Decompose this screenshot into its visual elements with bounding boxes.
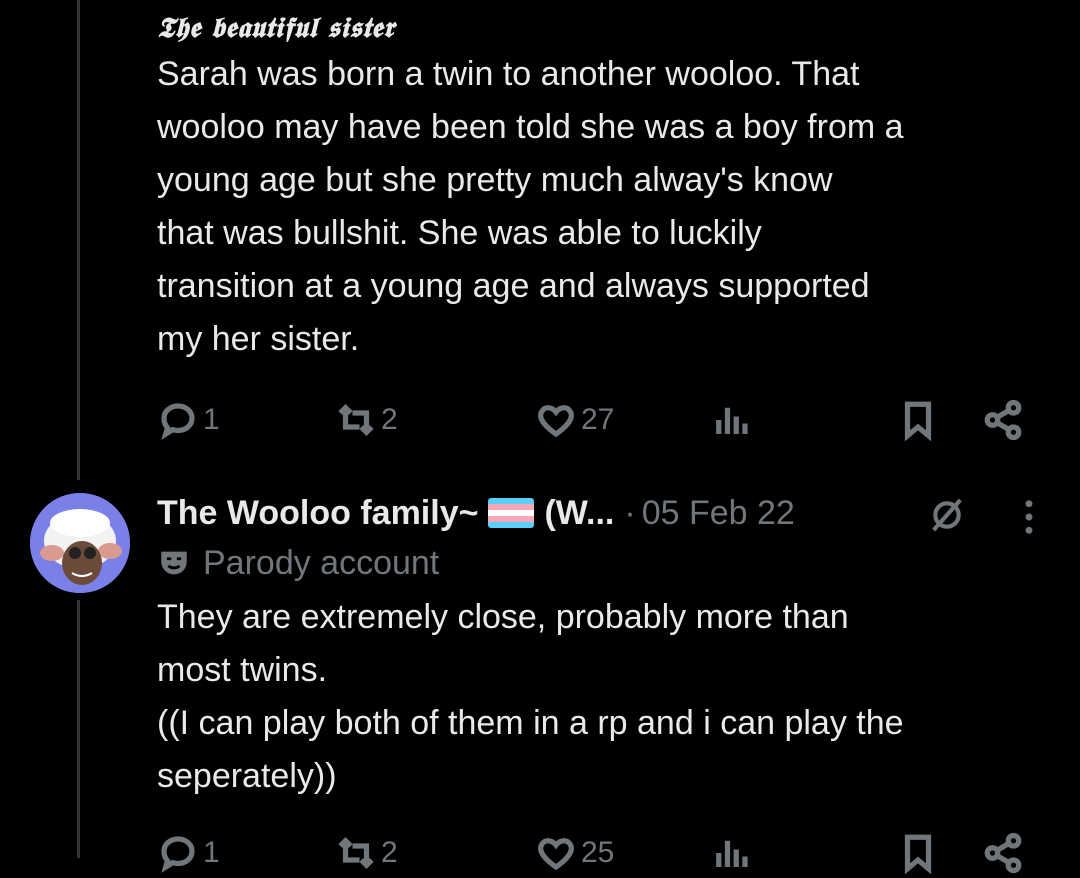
display-name-truncated[interactable]: (W... xyxy=(544,494,614,533)
tweet-title: 𝕿𝖍𝖊 𝖇𝖊𝖆𝖚𝖙𝖎𝖋𝖚𝖑 𝖘𝖎𝖘𝖙𝖊𝖗 xyxy=(157,11,395,44)
tweet-body: Sarah was born a twin to another wooloo.… xyxy=(157,55,904,358)
share-button[interactable] xyxy=(982,828,1024,878)
like-count: 25 xyxy=(581,836,615,869)
wooloo-avatar-image xyxy=(30,493,130,593)
tweet-1[interactable]: 𝕿𝖍𝖊 𝖇𝖊𝖆𝖚𝖙𝖎𝖋𝖚𝖑 𝖘𝖎𝖘𝖙𝖊𝖗 Sarah was born a tw… xyxy=(157,8,1057,366)
like-icon xyxy=(538,405,574,438)
reply-icon xyxy=(161,836,195,873)
share-button[interactable] xyxy=(982,395,1024,445)
trans-flag-icon xyxy=(488,498,535,528)
views-icon xyxy=(716,407,748,434)
retweet-count: 2 xyxy=(381,836,398,869)
views-button[interactable] xyxy=(710,395,756,445)
thread-line xyxy=(77,0,80,480)
share-icon xyxy=(984,832,1022,874)
like-count: 27 xyxy=(581,403,615,436)
like-button[interactable]: 25 xyxy=(535,828,614,878)
thread-line xyxy=(77,600,80,858)
reply-count: 1 xyxy=(203,836,220,869)
retweet-button[interactable]: 2 xyxy=(335,395,398,445)
reply-count: 1 xyxy=(203,403,220,436)
reply-button[interactable]: 1 xyxy=(157,395,220,445)
separator: · xyxy=(624,493,636,532)
parody-badge: Parody account xyxy=(157,539,1057,587)
avatar[interactable] xyxy=(30,493,130,593)
views-button[interactable] xyxy=(710,828,752,878)
grok-icon[interactable] xyxy=(927,495,967,535)
like-button[interactable]: 27 xyxy=(535,395,614,445)
tweet-date[interactable]: 05 Feb 22 xyxy=(642,494,795,533)
tweet-2[interactable]: The Wooloo family~ (W... · 05 Feb 22 Par… xyxy=(157,487,1057,803)
retweet-icon xyxy=(338,404,374,436)
retweet-icon xyxy=(338,837,374,869)
parody-label: Parody account xyxy=(203,543,440,582)
share-icon xyxy=(984,399,1022,441)
bookmark-button[interactable] xyxy=(897,828,939,878)
tweet-body: They are extremely close, probably more … xyxy=(157,598,904,795)
reply-icon xyxy=(161,403,195,440)
tweet-2-actions: 1 2 25 xyxy=(157,828,1037,878)
bookmark-icon xyxy=(904,834,932,874)
display-name[interactable]: The Wooloo family~ xyxy=(157,494,478,533)
reply-button[interactable]: 1 xyxy=(157,828,220,878)
more-icon[interactable] xyxy=(1019,497,1039,537)
parody-mask-icon xyxy=(161,551,187,575)
bookmark-icon xyxy=(904,401,932,441)
retweet-count: 2 xyxy=(381,403,398,436)
tweet-header: The Wooloo family~ (W... · 05 Feb 22 xyxy=(157,487,1057,539)
retweet-button[interactable]: 2 xyxy=(335,828,398,878)
bookmark-button[interactable] xyxy=(897,395,939,445)
tweet-1-actions: 1 2 27 xyxy=(157,395,1037,445)
views-icon xyxy=(716,840,748,867)
like-icon xyxy=(538,838,574,871)
